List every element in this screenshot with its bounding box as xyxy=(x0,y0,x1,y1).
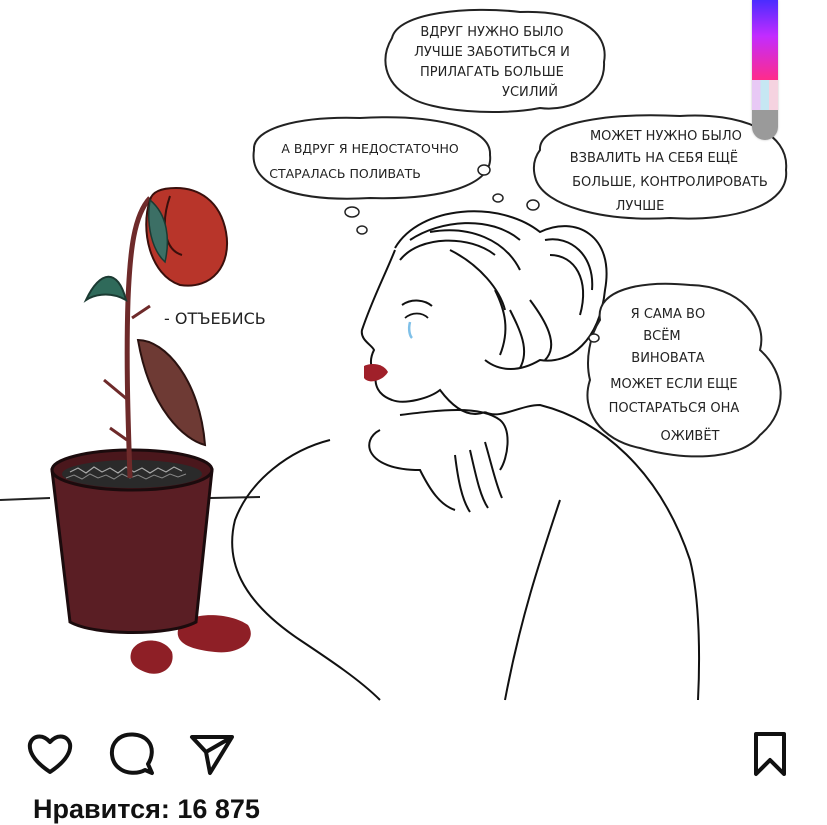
thought-bubble-3: МОЖЕТ НУЖНО БЫЛО ВЗВАЛИТЬ НА СЕБЯ ЕЩЁ БО… xyxy=(492,114,788,220)
thought-1-line-4: УСИЛИЙ xyxy=(502,84,558,100)
thought-1-line-2: ЛУЧШЕ ЗАБОТИТЬСЯ И xyxy=(414,45,570,60)
heart-icon xyxy=(27,734,73,774)
like-button[interactable] xyxy=(24,728,76,780)
post-image[interactable]: - ОТЪЕБИСЬ ВДРУГ НУЖНО БЫЛО ЛУЧШЕ ЗАБОТИ… xyxy=(0,0,827,705)
thought-2-line-2: СТАРАЛАСЬ ПОЛИВАТЬ xyxy=(269,166,421,181)
comment-button[interactable] xyxy=(106,728,158,780)
paper-plane-icon xyxy=(190,735,234,775)
share-button[interactable] xyxy=(186,728,238,780)
thought-bubble-2: А ВДРУГ Я НЕДОСТАТОЧНО СТАРАЛАСЬ ПОЛИВАТ… xyxy=(252,116,492,235)
color-scroll-indicator[interactable] xyxy=(752,0,778,140)
thought-1-line-3: ПРИЛАГАТЬ БОЛЬШЕ xyxy=(420,65,564,80)
thought-4-line-5: ПОСТАРАТЬСЯ ОНА xyxy=(609,401,740,416)
thought-2-line-1: А ВДРУГ Я НЕДОСТАТОЧНО xyxy=(281,141,459,156)
thought-3-line-1: МОЖЕТ НУЖНО БЫЛО xyxy=(590,129,742,144)
thought-bubble-1: ВДРУГ НУЖНО БЫЛО ЛУЧШЕ ЗАБОТИТЬСЯ И ПРИЛ… xyxy=(384,8,606,113)
likes-count[interactable]: Нравится: 16 875 xyxy=(33,794,260,825)
thought-3-line-3: БОЛЬШЕ, КОНТРОЛИРОВАТЬ xyxy=(572,175,768,190)
drawing-illustration: - ОТЪЕБИСЬ ВДРУГ НУЖНО БЫЛО ЛУЧШЕ ЗАБОТИ… xyxy=(0,8,788,701)
rose-caption: - ОТЪЕБИСЬ xyxy=(164,309,266,328)
thought-4-line-1: Я САМА ВО xyxy=(631,307,706,322)
thought-4-line-2: ВСЁМ xyxy=(643,328,680,344)
thought-3-line-2: ВЗВАЛИТЬ НА СЕБЯ ЕЩЁ xyxy=(570,150,738,166)
thought-4-line-3: ВИНОВАТА xyxy=(631,351,704,366)
thought-bubble-4: Я САМА ВО ВСЁМ ВИНОВАТА МОЖЕТ ЕСЛИ ЕЩЕ П… xyxy=(586,282,782,458)
thought-1-line-1: ВДРУГ НУЖНО БЫЛО xyxy=(420,25,563,40)
comment-bubble-icon xyxy=(110,732,154,775)
bookmark-icon xyxy=(754,732,786,776)
thought-3-line-4: ЛУЧШЕ xyxy=(616,199,665,214)
post-action-bar xyxy=(0,710,827,790)
thought-4-line-4: МОЖЕТ ЕСЛИ ЕЩЕ xyxy=(610,377,737,392)
save-button[interactable] xyxy=(744,728,796,780)
thought-4-line-6: ОЖИВЁТ xyxy=(660,428,719,444)
